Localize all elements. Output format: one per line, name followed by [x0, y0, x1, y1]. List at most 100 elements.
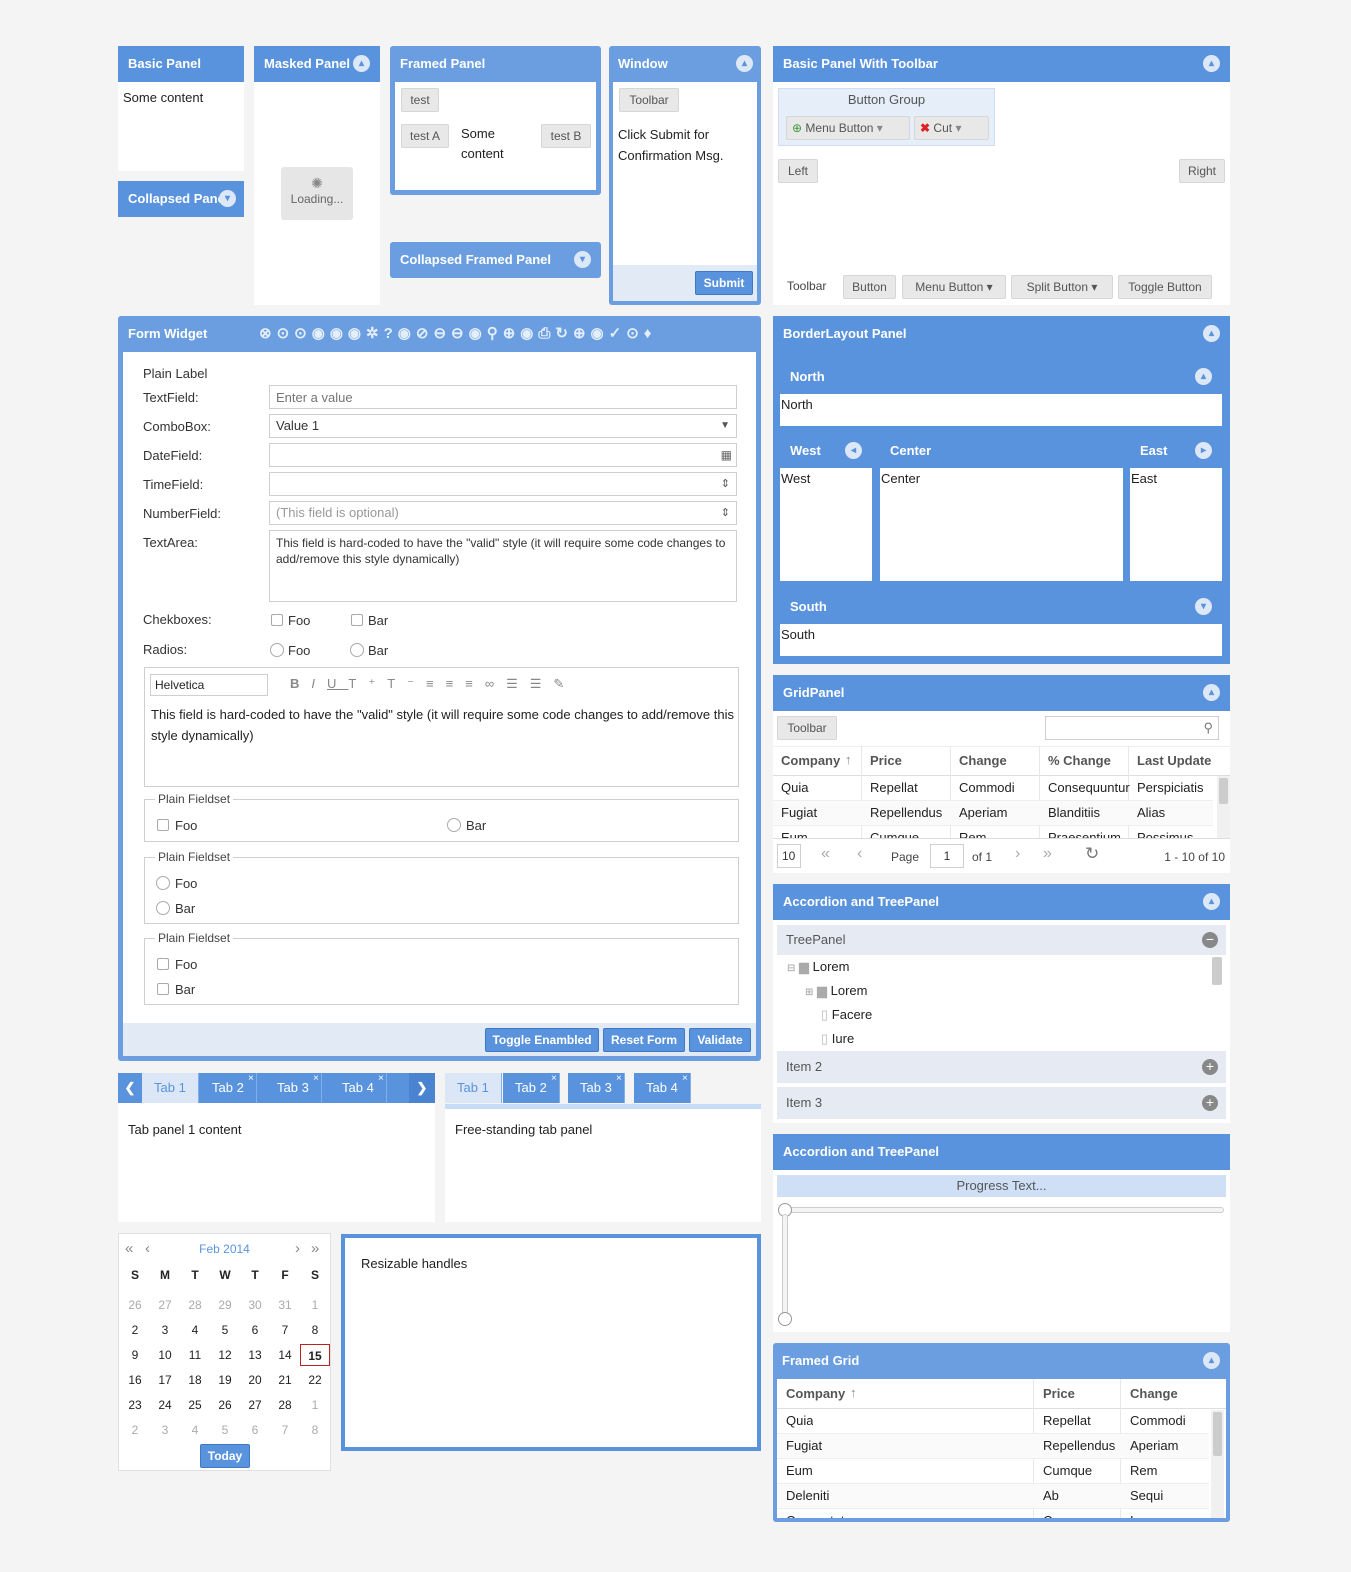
table-row[interactable]: Eum Cumque Rem: [777, 1459, 1209, 1484]
tab-4[interactable]: Tab 4 ×: [634, 1073, 691, 1103]
combo-box[interactable]: Value 1 ▼: [269, 414, 737, 438]
scroll-left-icon[interactable]: ❮: [118, 1073, 142, 1103]
font-increase-icon[interactable]: T⁺: [348, 676, 387, 691]
collapse-icon[interactable]: ▴: [1203, 893, 1220, 910]
table-row[interactable]: Quia Repellat Commodi Consequuntur Perspicia…: [773, 776, 1213, 801]
tab-3[interactable]: Tab 3 ×: [265, 1073, 322, 1103]
refresh-icon[interactable]: ↻: [1085, 844, 1099, 864]
drop-icon[interactable]: ♦: [644, 325, 657, 342]
font-select[interactable]: Helvetica: [150, 674, 268, 696]
close-tool-icon[interactable]: ⊗: [259, 325, 277, 342]
expand-plus-icon[interactable]: +: [1202, 1059, 1218, 1075]
align-right-icon[interactable]: ≡: [465, 676, 485, 691]
fieldset-radio-foo[interactable]: [156, 876, 170, 890]
calendar-day[interactable]: 4: [180, 1319, 210, 1341]
search-icon[interactable]: ⚲: [1203, 717, 1213, 739]
close-icon[interactable]: ×: [616, 1064, 622, 1094]
calendar-day[interactable]: 2: [120, 1419, 150, 1441]
calendar-day[interactable]: 15: [300, 1344, 330, 1366]
calendar-day[interactable]: 7: [270, 1319, 300, 1341]
calendar-day[interactable]: 23: [120, 1394, 150, 1416]
calendar-day[interactable]: 6: [240, 1319, 270, 1341]
calendar-day[interactable]: 11: [180, 1344, 210, 1366]
calendar-day[interactable]: 3: [150, 1319, 180, 1341]
align-center-icon[interactable]: ≡: [446, 676, 466, 691]
pin-icon[interactable]: ⚲: [487, 325, 503, 342]
grid-scrollbar[interactable]: [1217, 776, 1230, 838]
minimize-icon[interactable]: ⊖: [451, 325, 469, 342]
calendar-day[interactable]: 29: [210, 1294, 240, 1316]
expand-icon[interactable]: ▾: [219, 190, 236, 207]
prev-page-icon[interactable]: ‹: [857, 845, 862, 863]
calendar-day[interactable]: 27: [150, 1294, 180, 1316]
calendar-day[interactable]: 6: [240, 1419, 270, 1441]
calendar-day[interactable]: 1: [300, 1394, 330, 1416]
calendar-day[interactable]: 10: [150, 1344, 180, 1366]
tab-1[interactable]: Tab 1: [142, 1073, 199, 1103]
tree-node-facere[interactable]: ▯ Facere: [821, 1007, 872, 1023]
calendar-day[interactable]: 5: [210, 1319, 240, 1341]
window-header[interactable]: Window ▴: [613, 46, 757, 82]
collapse-icon[interactable]: ▾: [1195, 598, 1212, 615]
calendar-day[interactable]: 21: [270, 1369, 300, 1391]
toggle-tool-icon[interactable]: ⊙: [277, 325, 295, 342]
tab-2[interactable]: Tab 2 ×: [503, 1073, 560, 1103]
collapse-icon[interactable]: ▴: [1195, 368, 1212, 385]
collapse-icon[interactable]: ▴: [736, 55, 753, 72]
down-icon[interactable]: ⊙: [626, 325, 644, 342]
calendar-day[interactable]: 3: [150, 1419, 180, 1441]
toolbar-menu-button[interactable]: Menu Button ▾: [902, 275, 1006, 299]
refresh-icon[interactable]: ↻: [555, 325, 573, 342]
calendar-icon[interactable]: ▦: [721, 444, 732, 466]
page-number-field[interactable]: 1: [930, 844, 964, 868]
close-icon[interactable]: ×: [313, 1073, 319, 1094]
link-icon[interactable]: ∞: [485, 676, 506, 691]
validate-button[interactable]: Validate: [689, 1028, 751, 1052]
text-field[interactable]: [269, 385, 737, 409]
left-button[interactable]: Left: [778, 159, 818, 183]
tree-node-iure[interactable]: ▯ Iure: [821, 1031, 854, 1047]
checkbox-foo[interactable]: [271, 614, 283, 626]
window-toolbar-button[interactable]: Toolbar: [619, 88, 679, 112]
text-area[interactable]: This field is hard-coded to have the "va…: [269, 530, 737, 602]
fieldset-radio-bar[interactable]: [447, 818, 461, 832]
collapse-icon[interactable]: ▴: [1203, 55, 1220, 72]
today-button[interactable]: Today: [200, 1444, 250, 1468]
expand-icon[interactable]: ▾: [574, 251, 591, 268]
grid-toolbar-button[interactable]: Toolbar: [777, 716, 837, 740]
test-a-button[interactable]: test A: [401, 124, 449, 148]
table-row[interactable]: Quia Repellat Commodi: [777, 1409, 1209, 1434]
refresh-tool-icon[interactable]: ⊘: [416, 325, 434, 342]
last-page-icon[interactable]: »: [1043, 845, 1052, 863]
number-field[interactable]: (This field is optional) ⇕: [269, 501, 737, 525]
test-b-button[interactable]: test B: [541, 124, 591, 148]
grid-column-header[interactable]: % Change: [1048, 753, 1134, 768]
grid-column-header[interactable]: Change: [959, 753, 1045, 768]
close-icon[interactable]: ×: [551, 1064, 557, 1094]
align-left-icon[interactable]: ≡: [426, 676, 446, 691]
calendar-day[interactable]: 17: [150, 1369, 180, 1391]
tree-scrollbar[interactable]: [1212, 957, 1222, 985]
accordion-item-2[interactable]: Item 2 +: [777, 1051, 1226, 1083]
calendar-day[interactable]: 31: [270, 1294, 300, 1316]
vertical-slider[interactable]: [782, 1214, 788, 1318]
collapse-right-icon[interactable]: ▸: [1195, 442, 1212, 459]
calendar-day[interactable]: 5: [210, 1419, 240, 1441]
collapse-icon[interactable]: ▴: [353, 55, 370, 72]
fieldset-checkbox-bar[interactable]: [157, 983, 169, 995]
prev-icon[interactable]: ◉: [520, 325, 538, 342]
calendar-day[interactable]: 18: [180, 1369, 210, 1391]
ordered-list-icon[interactable]: ☰: [506, 676, 530, 691]
close-icon[interactable]: ×: [248, 1073, 254, 1094]
calendar-day[interactable]: 26: [120, 1294, 150, 1316]
cut-button[interactable]: ✖ Cut ▾: [914, 116, 989, 140]
calendar-day[interactable]: 22: [300, 1369, 330, 1391]
tab-1[interactable]: Tab 1: [445, 1073, 502, 1103]
calendar-day[interactable]: 13: [240, 1344, 270, 1366]
calendar-day[interactable]: 28: [180, 1294, 210, 1316]
calendar-day[interactable]: 1: [300, 1294, 330, 1316]
close-icon[interactable]: ×: [378, 1073, 384, 1094]
close-icon[interactable]: ×: [682, 1064, 688, 1094]
plus-icon[interactable]: ⊕: [503, 325, 521, 342]
minus-icon[interactable]: ⊖: [433, 325, 451, 342]
